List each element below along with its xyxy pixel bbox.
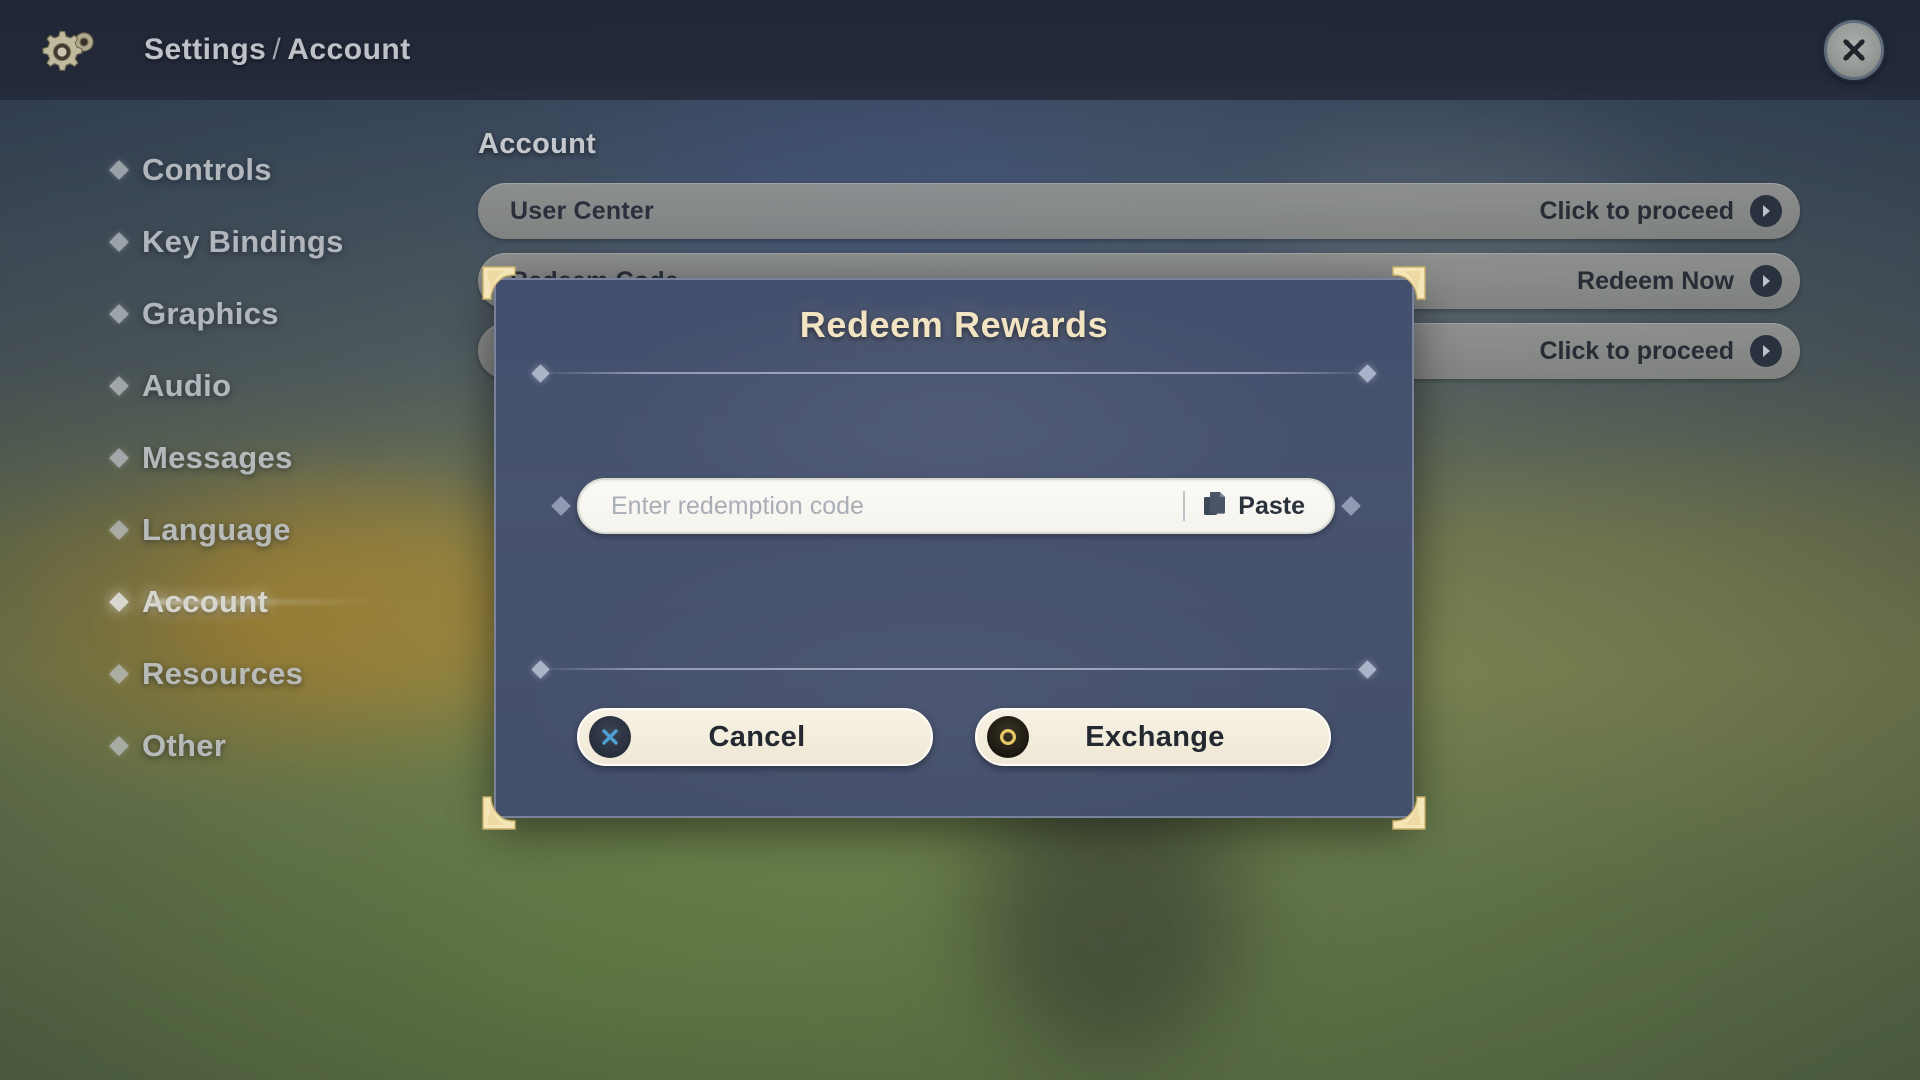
- divider-line: [547, 668, 1361, 670]
- dialog-footer: Cancel Exchange: [496, 708, 1412, 766]
- divider-diamond-icon: [531, 659, 550, 679]
- divider-diamond-icon: [1358, 363, 1377, 383]
- redemption-code-input[interactable]: [611, 491, 1184, 521]
- divider-diamond-icon: [1358, 659, 1377, 679]
- exchange-label: Exchange: [1085, 720, 1225, 753]
- divider-diamond-icon: [531, 363, 550, 383]
- divider-line: [547, 372, 1361, 374]
- paste-button[interactable]: Paste: [1201, 491, 1323, 522]
- corner-ornament-icon: [480, 264, 518, 302]
- paste-separator: [1183, 491, 1186, 521]
- divider-bottom: [531, 659, 1377, 679]
- divider-top: [531, 363, 1377, 383]
- paste-label: Paste: [1238, 491, 1305, 520]
- cancel-button[interactable]: Cancel: [577, 708, 933, 766]
- input-diamond-icon: [551, 496, 571, 516]
- redeem-rewards-dialog: Redeem Rewards Pas: [482, 266, 1426, 830]
- redemption-code-field[interactable]: Paste: [577, 478, 1335, 534]
- exchange-button[interactable]: Exchange: [975, 708, 1331, 766]
- dialog-title: Redeem Rewards: [799, 304, 1109, 345]
- circle-button-icon: [987, 716, 1029, 758]
- cross-button-icon: [589, 716, 631, 758]
- input-diamond-icon: [1341, 496, 1361, 516]
- clipboard-paste-icon: [1203, 491, 1227, 522]
- app-root: Settings / Account Controls Key Bindings G…: [0, 0, 1920, 1080]
- redemption-code-row: Paste: [551, 478, 1361, 534]
- corner-ornament-icon: [480, 794, 518, 832]
- corner-ornament-icon: [1390, 264, 1428, 302]
- corner-ornament-icon: [1390, 794, 1428, 832]
- cancel-label: Cancel: [708, 720, 806, 753]
